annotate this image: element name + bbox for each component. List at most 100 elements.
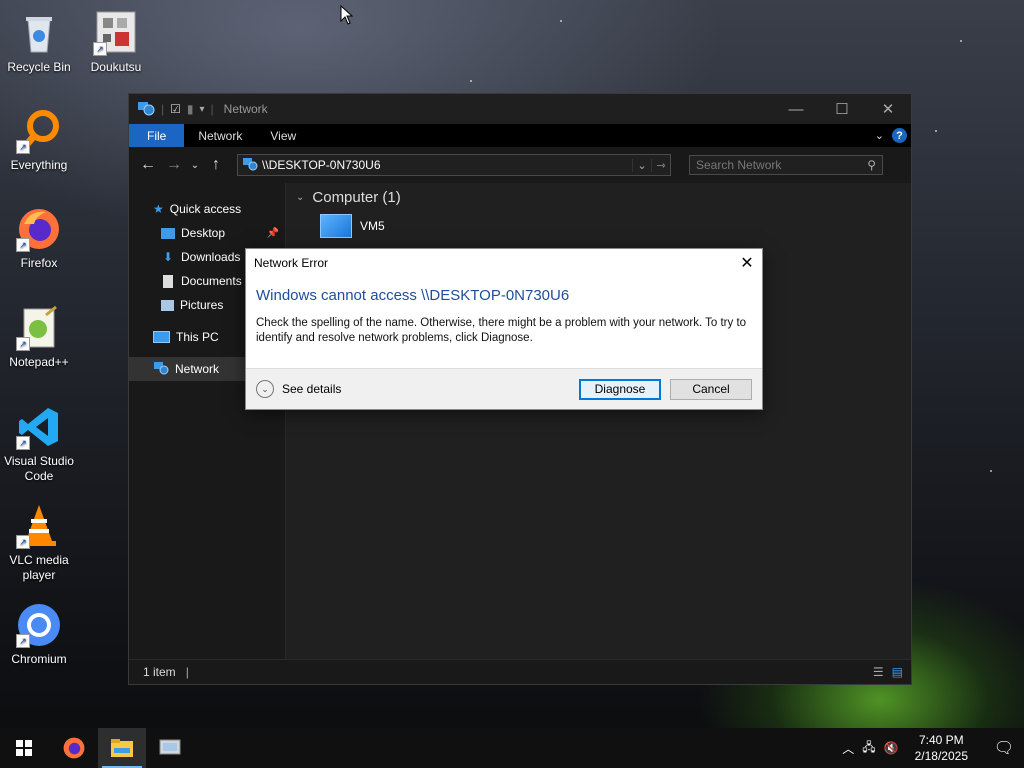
tab-file[interactable]: File (129, 124, 185, 147)
everything-search-icon: ↗ (16, 108, 62, 154)
group-header-label: Computer (1) (312, 189, 401, 206)
taskbar: ︿ 🖧 🔇 7:40 PM 2/18/2025 🗨 (0, 728, 1024, 768)
nav-item-quick-access[interactable]: ★ Quick access (129, 197, 285, 221)
windows-logo-icon (16, 740, 32, 756)
taskbar-file-explorer[interactable] (98, 728, 146, 768)
properties-icon[interactable]: ☑ (170, 102, 181, 116)
start-button[interactable] (0, 728, 48, 768)
quick-access-dropdown-icon[interactable]: ▾ (200, 104, 205, 115)
shortcut-arrow-icon: ↗ (16, 634, 30, 648)
see-details-link[interactable]: See details (282, 382, 341, 396)
shortcut-arrow-icon: ↗ (16, 436, 30, 450)
firefox-icon: ↗ (16, 206, 62, 252)
shortcut-arrow-icon: ↗ (16, 140, 30, 154)
details-view-icon[interactable]: ☰ (873, 665, 884, 679)
desktop-icon-label: VLC media player (9, 553, 69, 582)
firefox-icon (63, 737, 85, 759)
dialog-heading: Windows cannot access \\DESKTOP-0N730U6 (256, 287, 570, 304)
network-error-dialog[interactable]: Network Error ✕ Windows cannot access \\… (245, 248, 763, 410)
dialog-title: Network Error (254, 256, 329, 270)
desktop-icon-label: Firefox (20, 256, 58, 270)
help-icon[interactable]: ? (892, 128, 907, 143)
notepadpp-icon: ↗ (16, 305, 62, 351)
up-button[interactable]: ↑ (205, 156, 227, 174)
large-icons-view-icon[interactable]: ▤ (892, 665, 903, 679)
cancel-button[interactable]: Cancel (670, 378, 752, 400)
forward-button[interactable]: → (163, 156, 185, 174)
volume-muted-icon[interactable]: 🔇 (884, 741, 899, 755)
nav-item-desktop[interactable]: Desktop 📌 (129, 221, 285, 245)
nav-item-label: Documents (181, 274, 242, 288)
tab-view[interactable]: View (256, 124, 310, 147)
network-icon (153, 361, 169, 378)
desktop-icon-label: Chromium (11, 652, 67, 666)
tab-network[interactable]: Network (184, 124, 256, 147)
clock[interactable]: 7:40 PM 2/18/2025 (907, 732, 976, 764)
desktop-icon-firefox[interactable]: ↗ Firefox (1, 206, 77, 271)
nav-item-label: Pictures (180, 298, 224, 312)
desktop-icon-everything[interactable]: ↗ Everything (1, 108, 77, 173)
folder-icon (111, 739, 133, 757)
collapse-chevron-icon: ⌄ (296, 192, 305, 203)
expand-ribbon-icon[interactable]: ⌄ (875, 129, 884, 142)
desktop-icon-doukutsu[interactable]: ↗ Doukutsu (78, 10, 154, 75)
navigation-bar: ← → ⌄ ↑ \\DESKTOP-0N730U6 ⌄ ⇾ Search Net… (129, 147, 911, 183)
desktop-icon-label: Visual Studio Code (4, 454, 74, 483)
shortcut-arrow-icon: ↗ (16, 535, 30, 549)
recent-locations-chevron-icon[interactable]: ⌄ (189, 160, 201, 171)
nav-item-label: This PC (176, 330, 219, 344)
maximize-button[interactable]: ☐ (819, 94, 865, 124)
network-app-icon (159, 739, 181, 755)
desktop-icon-notepadpp[interactable]: ↗ Notepad++ (1, 305, 77, 370)
doukutsu-icon: ↗ (93, 10, 139, 56)
desktop-icon-label: Notepad++ (9, 355, 69, 369)
close-window-button[interactable]: ✕ (865, 94, 911, 124)
desktop-icon-vlc[interactable]: ↗ VLC media player (1, 503, 77, 583)
desktop-icon-label: Recycle Bin (7, 60, 71, 74)
computer-icon (320, 214, 352, 238)
address-dropdown-icon[interactable]: ⌄ (632, 158, 651, 172)
vscode-icon: ↗ (16, 404, 62, 450)
picture-icon (161, 299, 174, 311)
list-item[interactable]: VM5 (320, 214, 901, 238)
search-icon: ⚲ (867, 158, 876, 172)
recycle-bin-icon (16, 10, 62, 56)
document-icon (163, 274, 173, 288)
desktop-icon-chromium[interactable]: ↗ Chromium (1, 602, 77, 667)
nav-item-label: Quick access (169, 202, 242, 216)
desktop-icon-vscode[interactable]: ↗ Visual Studio Code (1, 404, 77, 484)
taskbar-firefox[interactable] (50, 728, 98, 768)
nav-item-label: Downloads (181, 250, 241, 264)
dialog-title-bar[interactable]: Network Error ✕ (246, 249, 762, 277)
network-icon (137, 100, 155, 119)
desktop-icon-recycle-bin[interactable]: Recycle Bin (1, 10, 77, 75)
show-hidden-icons-chevron-icon[interactable]: ︿ (842, 740, 854, 757)
computer-icon (153, 331, 170, 343)
vlc-icon: ↗ (16, 503, 62, 549)
notifications-icon[interactable]: 🗨 (984, 738, 1024, 758)
go-arrow-icon[interactable]: ⇾ (651, 158, 670, 172)
download-arrow-icon: ⬇ (162, 250, 174, 264)
desktop-icon-label: Everything (10, 158, 68, 172)
chevron-down-icon[interactable]: ⌄ (256, 380, 274, 398)
shortcut-arrow-icon: ↗ (93, 42, 107, 56)
minimize-button[interactable]: — (773, 94, 819, 124)
search-input[interactable]: Search Network ⚲ (689, 155, 883, 175)
taskbar-app[interactable] (146, 728, 194, 768)
back-button[interactable]: ← (137, 156, 159, 174)
close-icon[interactable]: ✕ (732, 253, 762, 273)
shortcut-arrow-icon: ↗ (16, 238, 30, 252)
list-item-label: VM5 (360, 219, 385, 233)
new-folder-icon[interactable]: ▮ (187, 102, 194, 116)
address-bar[interactable]: \\DESKTOP-0N730U6 ⌄ ⇾ (237, 154, 671, 176)
title-bar[interactable]: | ☑ ▮ ▾ | Network — ☐ ✕ (129, 94, 911, 124)
window-title: Network (223, 102, 268, 116)
network-status-icon[interactable]: 🖧 (862, 738, 875, 759)
dialog-footer: ⌄ See details Diagnose Cancel (246, 368, 762, 409)
diagnose-button[interactable]: Diagnose (579, 378, 661, 400)
ribbon-tabs: File Network View ⌄ ? (129, 124, 911, 147)
dialog-message: Check the spelling of the name. Otherwis… (256, 317, 747, 344)
group-header[interactable]: ⌄ Computer (1) (296, 189, 901, 206)
pin-icon: 📌 (266, 227, 279, 239)
desktop-folder-icon (161, 227, 175, 239)
